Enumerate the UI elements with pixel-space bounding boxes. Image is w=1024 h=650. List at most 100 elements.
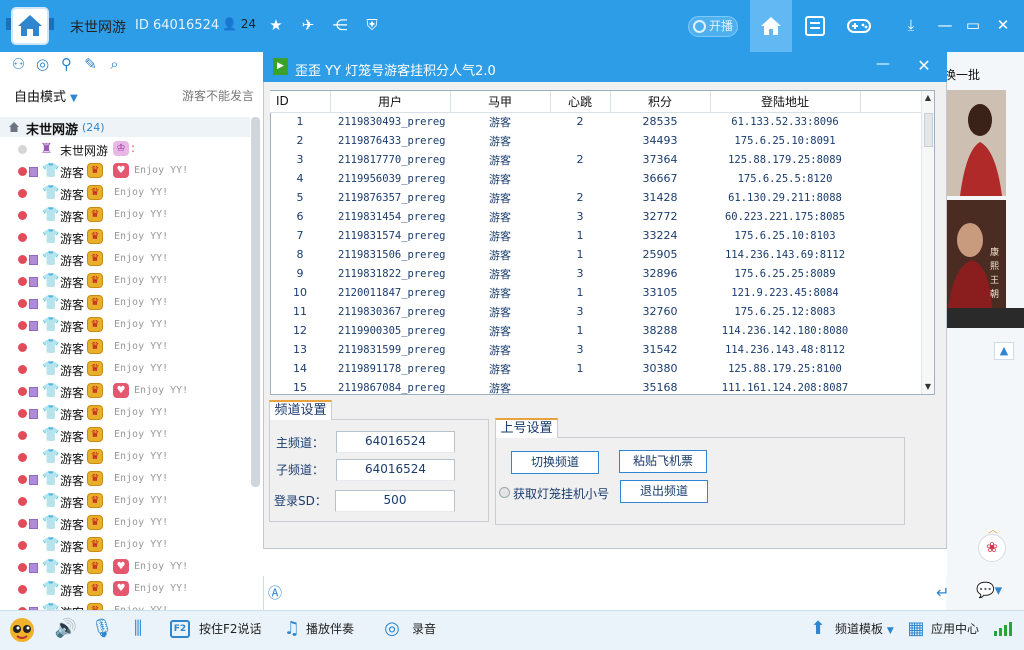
member-row[interactable]: 👕游客♛ ♥ Enjoy YY! — [0, 556, 250, 578]
speaker-icon[interactable]: 🔊 — [54, 617, 78, 641]
member-row[interactable]: 👕游客♛ Enjoy YY! — [0, 358, 250, 380]
table-row[interactable]: 1 2119830493_prereg 游客 2 28535 61.133.52.33:8… — [270, 112, 922, 131]
app-center-button[interactable]: 应用中心 — [931, 620, 979, 637]
paste-ticket-button[interactable]: 粘贴飞机票 — [619, 450, 707, 473]
main-channel-input[interactable]: 64016524 — [336, 431, 455, 453]
member-row[interactable]: 👕游客♛ Enjoy YY! — [0, 226, 250, 248]
play-accompaniment-button[interactable]: 播放伴奏 — [306, 620, 354, 637]
col-vest[interactable]: 马甲 — [450, 91, 551, 113]
member-row[interactable]: 👕游客♛ Enjoy YY! — [0, 512, 250, 534]
mode-dropdown[interactable]: 自由模式 ▼ — [14, 86, 78, 105]
member-row[interactable]: 👕游客♛ Enjoy YY! — [0, 248, 250, 270]
table-row[interactable]: 6 2119831454_prereg 游客 3 32772 60.223.221.175… — [270, 207, 922, 226]
mascot-icon[interactable] — [8, 616, 36, 644]
chevron-up-icon[interactable]: ︿ — [986, 521, 1000, 536]
member-row[interactable]: 👕游客♛ Enjoy YY! — [0, 446, 250, 468]
member-row[interactable]: 👕游客♛ Enjoy YY! — [0, 468, 250, 490]
cell-vest: 游客 — [489, 172, 511, 186]
edit-icon[interactable]: ✎ — [82, 56, 99, 73]
broadcast-button[interactable]: 开播 — [688, 16, 738, 37]
share-icon[interactable]: ⋲ — [330, 15, 350, 35]
chat-settings-icon[interactable]: ◎ — [34, 56, 51, 73]
table-row[interactable]: 2 2119876433_prereg 游客 34493 175.6.25.10:809… — [270, 131, 922, 150]
member-row[interactable]: 👕游客♛ ♥ Enjoy YY! — [0, 578, 250, 600]
promo-image-2[interactable]: 康熙王朝 — [946, 200, 1006, 308]
table-row[interactable]: 3 2119817770_prereg 游客 2 37364 125.88.179.25:… — [270, 150, 922, 169]
table-row[interactable]: 5 2119876357_prereg 游客 2 31428 61.130.29.211:… — [270, 188, 922, 207]
send-icon[interactable]: ↵ — [936, 583, 956, 603]
cell-id: 13 — [293, 343, 307, 356]
nav-game-button[interactable] — [838, 0, 880, 52]
member-row[interactable]: ♜ 末世网游 ♔: — [0, 138, 250, 160]
table-row[interactable]: 4 2119956039_prereg 游客 36667 175.6.25.5:8120 — [270, 169, 922, 188]
sub-channel-input[interactable]: 64016524 — [336, 459, 455, 481]
location-pin-icon[interactable]: ⚲ — [58, 56, 75, 73]
scroll-top-icon[interactable]: ▲ — [994, 342, 1014, 360]
table-row[interactable]: 12 2119900305_prereg 游客 1 38288 114.236.142.1… — [270, 321, 922, 340]
text-format-icon[interactable]: Ⓐ — [268, 583, 288, 603]
channel-tree-name: 末世网游 — [26, 123, 79, 138]
minimize-icon[interactable]: — — [934, 14, 956, 36]
yy-home-logo[interactable] — [4, 2, 56, 48]
col-points[interactable]: 积分 — [610, 91, 711, 113]
search-icon[interactable]: ⌕ — [106, 56, 123, 73]
equalizer-icon[interactable]: ⫼ — [126, 617, 150, 641]
swap-batch-link[interactable]: 换一批 — [944, 66, 980, 83]
table-row[interactable]: 8 2119831506_prereg 游客 1 25905 114.236.143.69… — [270, 245, 922, 264]
dialog-close-icon[interactable]: ✕ — [916, 56, 932, 76]
hold-f2-button[interactable]: 按住F2说话 — [199, 620, 262, 637]
tab-login-settings[interactable]: 上号设置 — [495, 418, 558, 438]
maximize-icon[interactable]: ▭ — [962, 14, 984, 36]
tab-channel-settings[interactable]: 频道设置 — [269, 400, 332, 420]
table-row[interactable]: 11 2119830367_prereg 游客 3 32760 175.6.25.12:8… — [270, 302, 922, 321]
dialog-minimize-icon[interactable]: — — [876, 56, 890, 76]
table-row[interactable]: 14 2119891178_prereg 游客 1 30380 125.88.179.25… — [270, 359, 922, 378]
table-row[interactable]: 10 2120011847_prereg 游客 1 33105 121.9.223.45:… — [270, 283, 922, 302]
table-row[interactable]: 15 2119867084_prereg 游客 35168 111.161.124.20… — [270, 378, 922, 397]
member-row[interactable]: 👕游客♛ Enjoy YY! — [0, 292, 250, 314]
member-row[interactable]: 👕游客♛ ♥ Enjoy YY! — [0, 380, 250, 402]
member-row[interactable]: 👕游客♛ Enjoy YY! — [0, 182, 250, 204]
member-row[interactable]: 👕游客♛ Enjoy YY! — [0, 336, 250, 358]
get-account-radio[interactable] — [499, 487, 510, 498]
nav-list-button[interactable] — [794, 0, 836, 52]
shield-alert-icon[interactable]: ⛨ — [362, 15, 382, 35]
member-row[interactable]: 👕游客♛ Enjoy YY! — [0, 424, 250, 446]
nav-home-button[interactable] — [750, 0, 792, 52]
cell-user: 2119891178_prereg — [338, 362, 446, 375]
member-row[interactable]: 👕游客♛ Enjoy YY! — [0, 534, 250, 556]
login-sd-input[interactable]: 500 — [335, 490, 455, 512]
member-row[interactable]: 👕游客♛ Enjoy YY! — [0, 204, 250, 226]
close-icon[interactable]: ✕ — [992, 14, 1014, 36]
col-user[interactable]: 用户 — [330, 91, 451, 113]
table-row[interactable]: 13 2119831599_prereg 游客 3 31542 114.236.143.4… — [270, 340, 922, 359]
exit-channel-button[interactable]: 退出频道 — [620, 480, 708, 503]
cell-heartbeat — [550, 131, 610, 150]
switch-channel-button[interactable]: 切换频道 — [511, 451, 599, 474]
users-icon[interactable]: ⚇ — [10, 56, 27, 73]
member-row[interactable]: 👕游客♛ Enjoy YY! — [0, 490, 250, 512]
member-row[interactable]: 👕游客♛ ♥ Enjoy YY! — [0, 160, 250, 182]
download-icon[interactable]: ⤓ — [900, 14, 922, 36]
member-row[interactable]: 👕游客♛ Enjoy YY! — [0, 402, 250, 424]
table-scrollbar[interactable] — [921, 91, 934, 394]
table-row[interactable]: 7 2119831574_prereg 游客 1 33224 175.6.25.10:81… — [270, 226, 922, 245]
flower-gift-icon[interactable]: ❀ — [978, 534, 1006, 562]
speech-bubble-icon[interactable]: 💬▾ — [976, 581, 1010, 601]
airplane-icon[interactable]: ✈ — [298, 15, 318, 35]
table-scroll-thumb[interactable] — [924, 113, 933, 147]
favorite-star-icon[interactable]: ★ — [266, 15, 286, 35]
channel-template-button[interactable]: 频道模板 ▼ — [835, 620, 894, 637]
col-heartbeat[interactable]: 心跳 — [550, 91, 611, 113]
promo-image-1[interactable] — [946, 90, 1006, 196]
scroll-up-arrow-icon[interactable]: ▲ — [922, 93, 934, 103]
table-row[interactable]: 9 2119831822_prereg 游客 3 32896 175.6.25.25:80… — [270, 264, 922, 283]
col-login-address[interactable]: 登陆地址 — [710, 91, 861, 113]
microphone-icon[interactable]: 🎙 — [90, 617, 114, 641]
record-button[interactable]: 录音 — [412, 620, 436, 637]
member-row[interactable]: 👕游客♛ Enjoy YY! — [0, 270, 250, 292]
col-id[interactable]: ID — [270, 91, 331, 113]
member-scrollbar[interactable] — [251, 117, 260, 487]
scroll-down-arrow-icon[interactable]: ▼ — [922, 382, 934, 392]
member-row[interactable]: 👕游客♛ Enjoy YY! — [0, 314, 250, 336]
